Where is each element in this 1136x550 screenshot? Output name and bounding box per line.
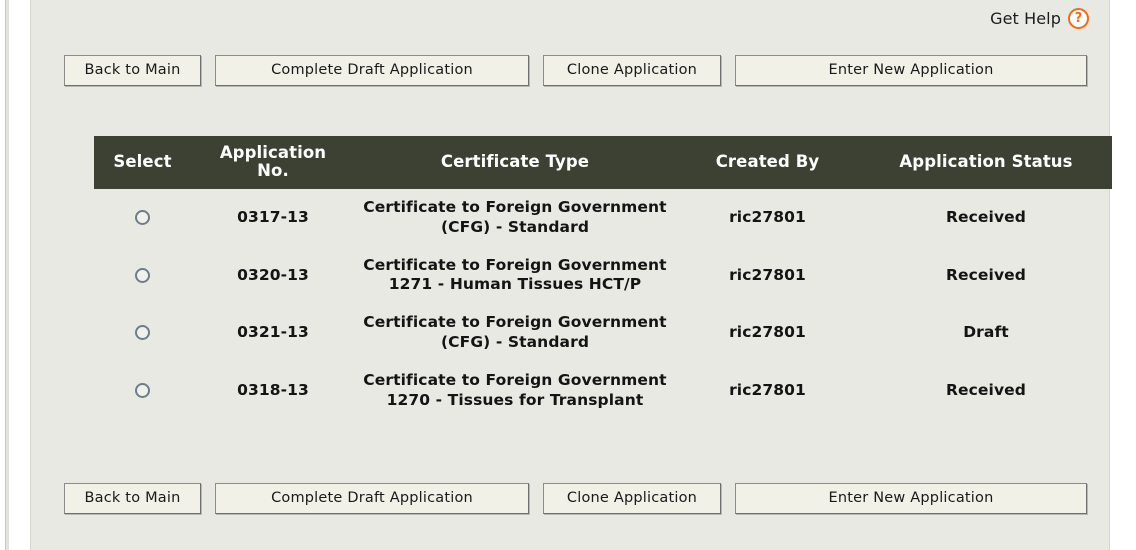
row-select-cell[interactable] bbox=[94, 362, 191, 420]
select-radio-0317-13[interactable] bbox=[135, 209, 150, 225]
row-application-no: 0321-13 bbox=[237, 323, 309, 342]
table-row[interactable]: 0320-13 Certificate to Foreign Governmen… bbox=[94, 247, 1112, 305]
row-created-by: ric27801 bbox=[729, 207, 806, 226]
table-row[interactable]: 0321-13 Certificate to Foreign Governmen… bbox=[94, 304, 1112, 362]
row-application-status: Received bbox=[946, 207, 1026, 226]
column-header-certificate-type: Certificate Type bbox=[355, 136, 675, 189]
applications-table-head: Select Application No. Certificate Type … bbox=[94, 136, 1112, 189]
column-header-created-by: Created By bbox=[675, 136, 860, 189]
column-header-application-no: Application No. bbox=[191, 136, 355, 189]
page-root: Get Help ? Back to Main Complete Draft A… bbox=[0, 0, 1136, 550]
row-certificate-type: Certificate to Foreign Government (CFG) … bbox=[363, 197, 667, 236]
row-application-status: Received bbox=[946, 265, 1026, 284]
table-header-row: Select Application No. Certificate Type … bbox=[94, 136, 1112, 189]
row-select-cell[interactable] bbox=[94, 189, 191, 247]
get-help[interactable]: Get Help ? bbox=[990, 8, 1089, 29]
row-select-cell[interactable] bbox=[94, 247, 191, 305]
clone-application-button-top[interactable]: Clone Application bbox=[543, 55, 721, 86]
back-to-main-button-top[interactable]: Back to Main bbox=[64, 55, 201, 86]
column-header-application-no-line2: No. bbox=[257, 161, 289, 181]
complete-draft-application-button-bottom[interactable]: Complete Draft Application bbox=[215, 483, 529, 514]
row-application-no: 0318-13 bbox=[237, 380, 309, 399]
back-to-main-button-bottom[interactable]: Back to Main bbox=[64, 483, 201, 514]
complete-draft-application-button-top[interactable]: Complete Draft Application bbox=[215, 55, 529, 86]
row-created-by: ric27801 bbox=[729, 380, 806, 399]
column-header-application-no-line1: Application bbox=[219, 143, 327, 162]
enter-new-application-button-bottom[interactable]: Enter New Application bbox=[735, 483, 1087, 514]
enter-new-application-button-top[interactable]: Enter New Application bbox=[735, 55, 1087, 86]
row-certificate-type: Certificate to Foreign Government 1270 -… bbox=[363, 370, 667, 409]
clone-application-button-bottom[interactable]: Clone Application bbox=[543, 483, 721, 514]
row-created-by: ric27801 bbox=[729, 323, 806, 342]
column-header-select: Select bbox=[94, 136, 191, 189]
row-application-status: Draft bbox=[963, 323, 1009, 342]
page-left-rule-secondary bbox=[6, 0, 9, 550]
column-header-application-status: Application Status bbox=[860, 136, 1112, 189]
row-application-status: Received bbox=[946, 380, 1026, 399]
applications-table-body: 0317-13 Certificate to Foreign Governmen… bbox=[94, 189, 1112, 420]
select-radio-0318-13[interactable] bbox=[135, 382, 150, 398]
table-row[interactable]: 0318-13 Certificate to Foreign Governmen… bbox=[94, 362, 1112, 420]
applications-table: Select Application No. Certificate Type … bbox=[94, 136, 1112, 420]
row-application-no: 0320-13 bbox=[237, 265, 309, 284]
content-panel: Get Help ? Back to Main Complete Draft A… bbox=[30, 0, 1112, 550]
get-help-label: Get Help bbox=[990, 9, 1061, 28]
question-mark-circle-icon[interactable]: ? bbox=[1068, 8, 1089, 29]
row-created-by: ric27801 bbox=[729, 265, 806, 284]
row-application-no: 0317-13 bbox=[237, 207, 309, 226]
row-certificate-type: Certificate to Foreign Government 1271 -… bbox=[363, 255, 667, 294]
toolbar-bottom: Back to Main Complete Draft Application … bbox=[64, 483, 1087, 514]
row-certificate-type: Certificate to Foreign Government (CFG) … bbox=[363, 313, 667, 352]
table-row[interactable]: 0317-13 Certificate to Foreign Governmen… bbox=[94, 189, 1112, 247]
row-select-cell[interactable] bbox=[94, 304, 191, 362]
select-radio-0320-13[interactable] bbox=[135, 267, 150, 283]
toolbar-top: Back to Main Complete Draft Application … bbox=[64, 55, 1087, 86]
select-radio-0321-13[interactable] bbox=[135, 325, 150, 341]
